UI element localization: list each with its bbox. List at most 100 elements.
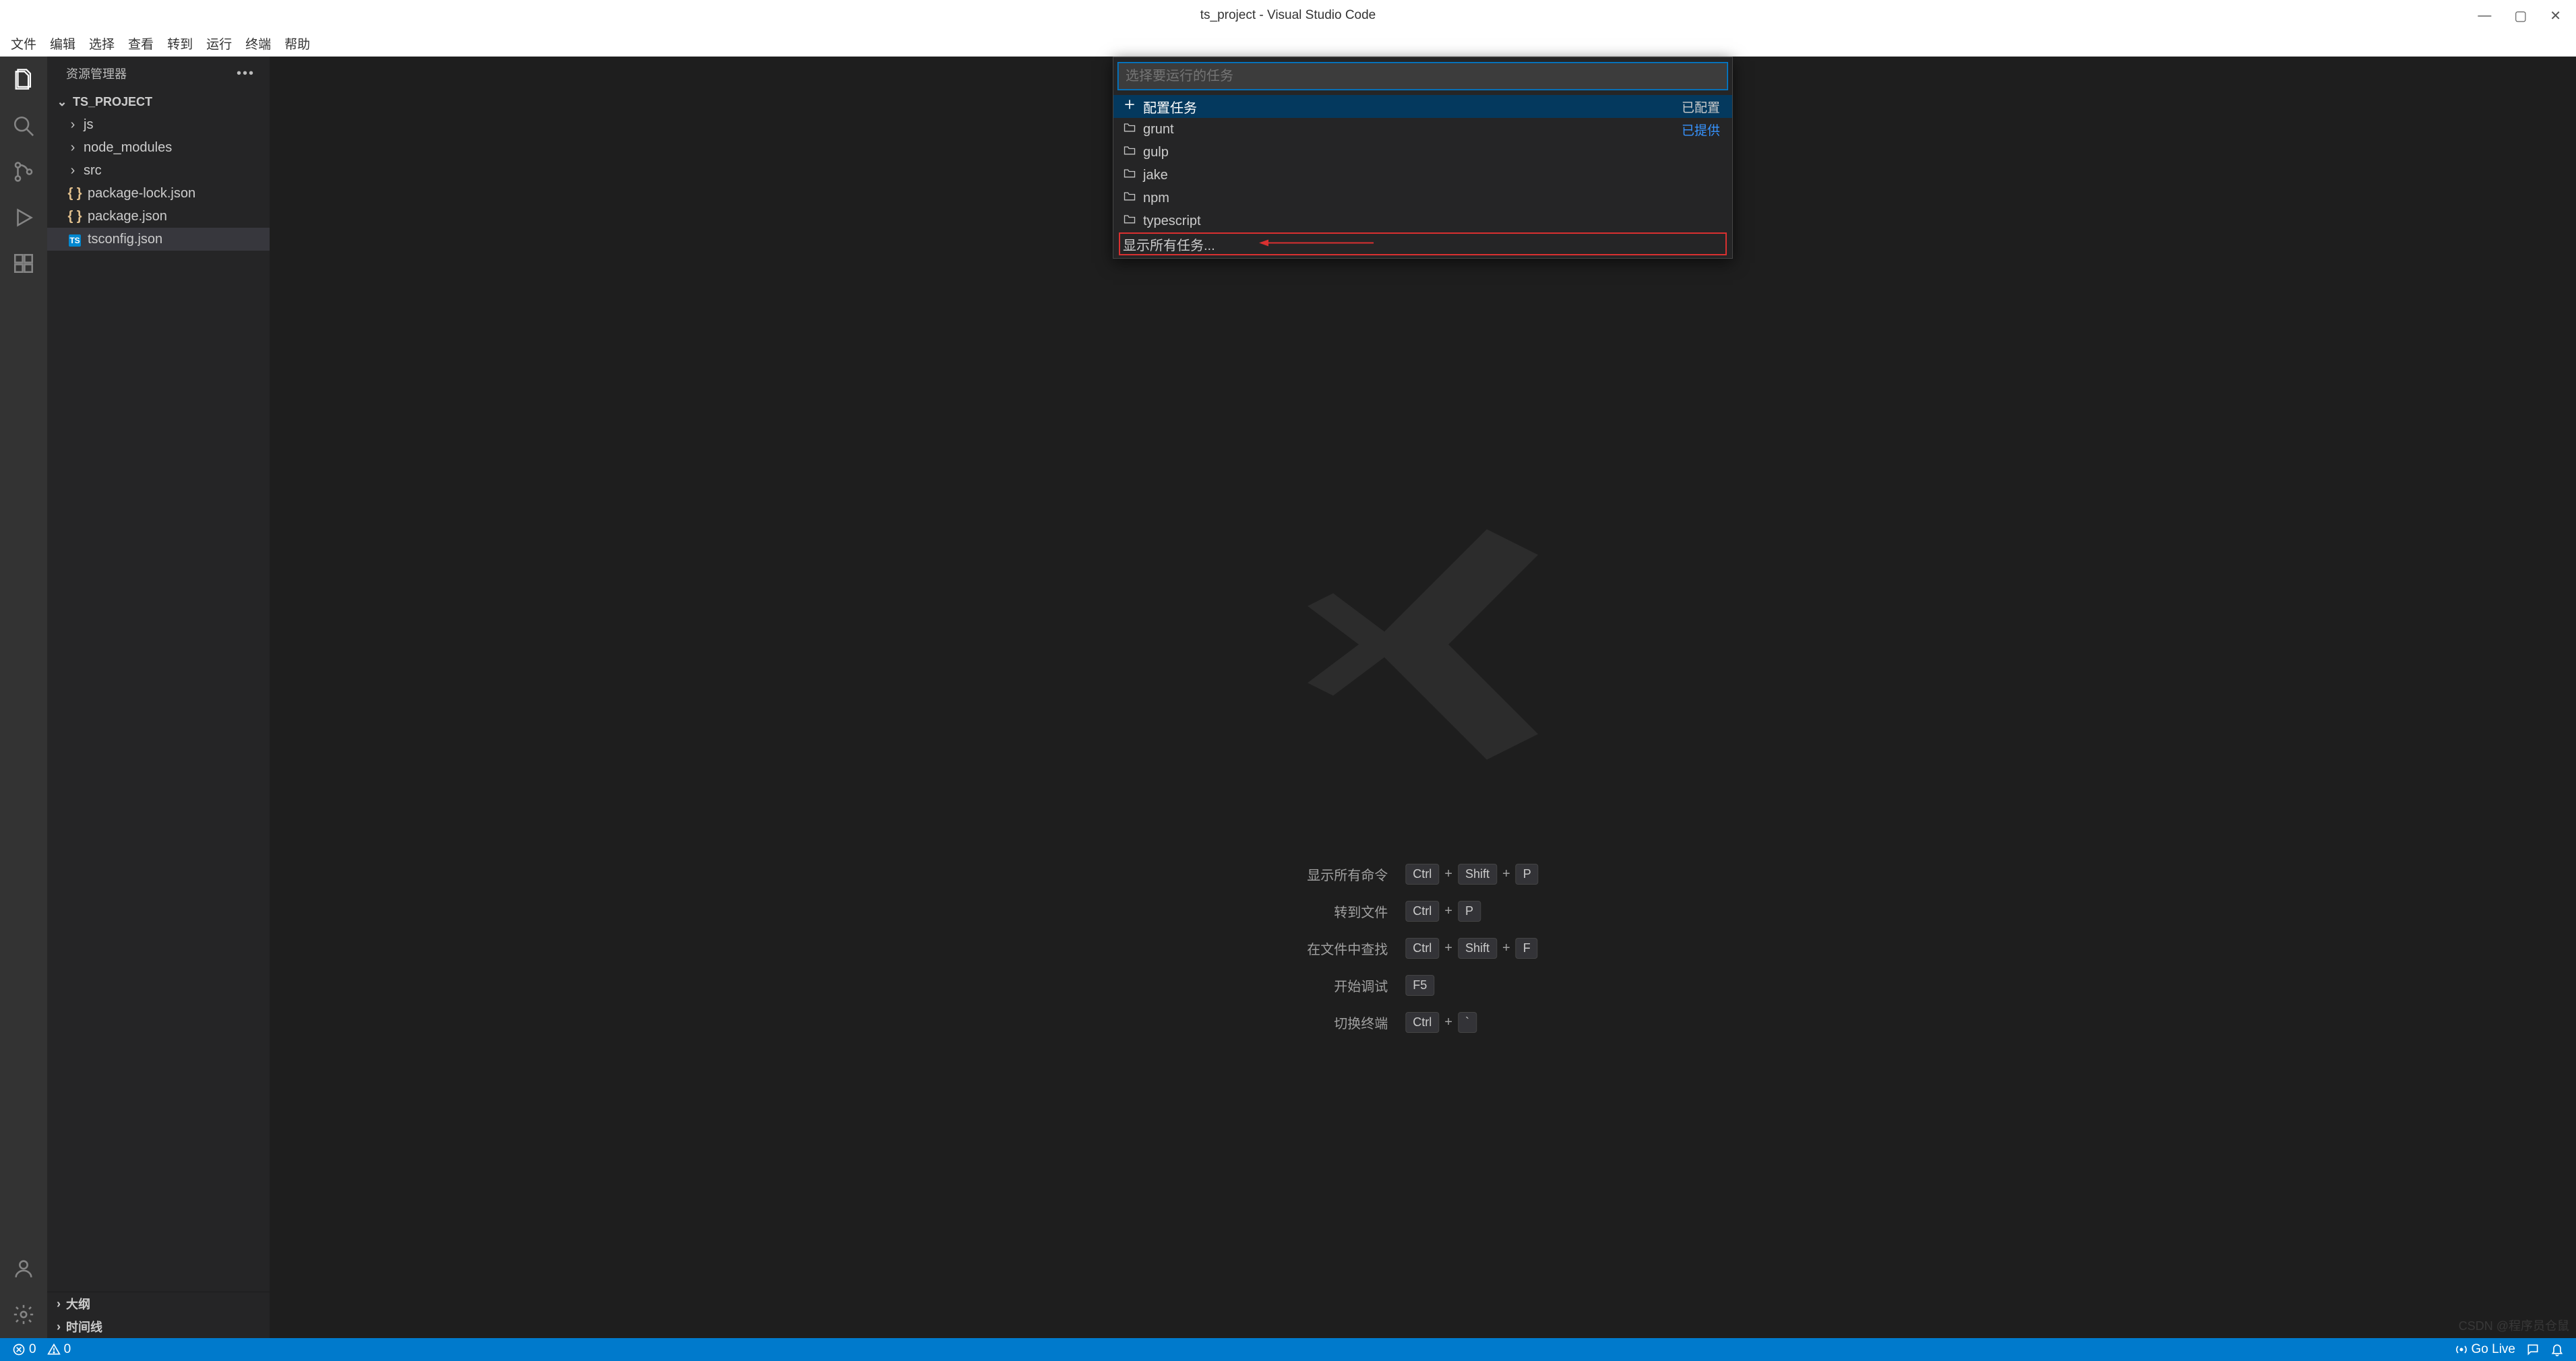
section-outline[interactable]: › 大纲 [47,1292,270,1315]
file-label: package.json [88,209,167,224]
feedback-icon [2526,1343,2540,1356]
menu-help[interactable]: 帮助 [278,32,317,55]
quickpick-item-configure-task[interactable]: 配置任务 已配置 [1113,95,1732,118]
quickpick-item-npm[interactable]: npm [1113,187,1732,210]
welcome-shortcuts: 显示所有命令 Ctrl+ Shift+ P 转到文件 Ctrl+ P 在文件中查… [1307,864,1538,1033]
tree-folder-js[interactable]: › js [47,113,270,136]
window-title: ts_project - Visual Studio Code [1200,8,1376,23]
folder-label: src [84,163,102,179]
tree-folder-node-modules[interactable]: › node_modules [47,136,270,159]
key: ` [1458,1012,1477,1033]
tree-file-package[interactable]: { } package.json [47,205,270,228]
section-label: 时间线 [66,1318,102,1335]
folder-icon [1123,121,1136,138]
plus-icon [1123,98,1136,115]
bell-icon [2550,1343,2564,1356]
chevron-down-icon: ⌄ [57,95,67,109]
menu-edit[interactable]: 编辑 [43,32,82,55]
file-tree: ⌄ TS_PROJECT › js › node_modules › src {… [47,90,270,1292]
titlebar: ts_project - Visual Studio Code — ▢ ✕ [0,0,2576,31]
explorer-icon[interactable] [11,67,36,93]
ts-icon: TS [67,232,82,247]
chevron-right-icon: › [57,1297,61,1311]
tree-folder-src[interactable]: › src [47,159,270,182]
minimize-icon[interactable]: — [2478,8,2491,24]
tree-file-tsconfig[interactable]: TS tsconfig.json [47,228,270,251]
extensions-icon[interactable] [11,251,36,276]
activitybar [0,57,47,1338]
key: Shift [1458,864,1497,885]
go-live-label: Go Live [2472,1342,2515,1357]
quickpick-input[interactable] [1118,63,1727,90]
key: Ctrl [1405,938,1439,959]
maximize-icon[interactable]: ▢ [2514,7,2527,24]
key: Ctrl [1405,1012,1439,1033]
tree-root[interactable]: ⌄ TS_PROJECT [47,90,270,113]
status-errors[interactable]: 0 [9,1342,39,1357]
quickpick-item-grunt[interactable]: grunt 已提供 [1113,118,1732,141]
quickpick-item-gulp[interactable]: gulp [1113,141,1732,164]
folder-label: node_modules [84,140,172,156]
vscode-watermark-icon [1295,516,1551,776]
file-label: package-lock.json [88,186,195,201]
shortcut-label: 转到文件 [1307,901,1388,921]
account-icon[interactable] [11,1256,36,1281]
menu-select[interactable]: 选择 [82,32,121,55]
editor-area: 显示所有命令 Ctrl+ Shift+ P 转到文件 Ctrl+ P 在文件中查… [270,57,2576,1338]
sidebar-more-icon[interactable]: ••• [237,66,255,82]
warning-count: 0 [64,1342,71,1357]
section-label: 大纲 [66,1295,90,1312]
debug-icon[interactable] [11,205,36,230]
status-feedback[interactable] [2523,1343,2542,1356]
root-label: TS_PROJECT [73,95,152,109]
quickpick-panel: 配置任务 已配置 grunt 已提供 [1113,57,1733,259]
quickpick-label: grunt [1143,122,1174,137]
shortcut-label: 开始调试 [1307,976,1388,995]
statusbar: 0 0 Go Live [0,1338,2576,1361]
window-controls: — ▢ ✕ [2463,0,2576,31]
status-warnings[interactable]: 0 [44,1342,74,1357]
menu-file[interactable]: 文件 [4,32,43,55]
shortcut-keys: F5 [1405,975,1538,996]
shortcut-label: 显示所有命令 [1307,864,1388,884]
quickpick-item-typescript[interactable]: typescript [1113,210,1732,232]
menu-run[interactable]: 运行 [200,32,239,55]
key: F [1516,938,1538,959]
key: Shift [1458,938,1497,959]
quickpick-item-show-all-tasks[interactable]: 显示所有任务... [1119,232,1727,255]
menu-view[interactable]: 查看 [121,32,160,55]
quickpick-label: gulp [1143,145,1169,160]
status-bell[interactable] [2548,1343,2567,1356]
status-go-live[interactable]: Go Live [2452,1342,2518,1357]
settings-gear-icon[interactable] [11,1302,36,1327]
shortcut-keys: Ctrl+ Shift+ F [1405,938,1538,959]
chevron-right-icon: › [57,1320,61,1334]
source-control-icon[interactable] [11,159,36,185]
error-icon [12,1343,26,1356]
chevron-right-icon: › [67,117,78,133]
annotation-arrow-icon [1259,236,1374,252]
shortcut-label: 切换终端 [1307,1013,1388,1032]
shortcut-keys: Ctrl+ P [1405,901,1538,922]
quickpick-list: 配置任务 已配置 grunt 已提供 [1113,95,1732,255]
sidebar-sections: › 大纲 › 时间线 [47,1292,270,1338]
shortcut-keys: Ctrl+ ` [1405,1012,1538,1033]
shortcut-label: 在文件中查找 [1307,939,1388,958]
sidebar-header: 资源管理器 ••• [47,57,270,90]
section-timeline[interactable]: › 时间线 [47,1315,270,1338]
file-label: tsconfig.json [88,232,162,247]
folder-label: js [84,117,93,133]
quickpick-item-jake[interactable]: jake [1113,164,1732,187]
broadcast-icon [2455,1343,2468,1356]
quickpick-label: 显示所有任务... [1123,234,1215,254]
key: Ctrl [1405,864,1439,885]
sidebar-title: 资源管理器 [66,65,127,82]
close-icon[interactable]: ✕ [2550,7,2561,24]
menu-terminal[interactable]: 终端 [239,32,278,55]
key: P [1458,901,1481,922]
tree-file-package-lock[interactable]: { } package-lock.json [47,182,270,205]
main-area: 资源管理器 ••• ⌄ TS_PROJECT › js › node_modul… [0,57,2576,1338]
search-icon[interactable] [11,113,36,139]
menu-goto[interactable]: 转到 [160,32,200,55]
chevron-right-icon: › [67,140,78,156]
